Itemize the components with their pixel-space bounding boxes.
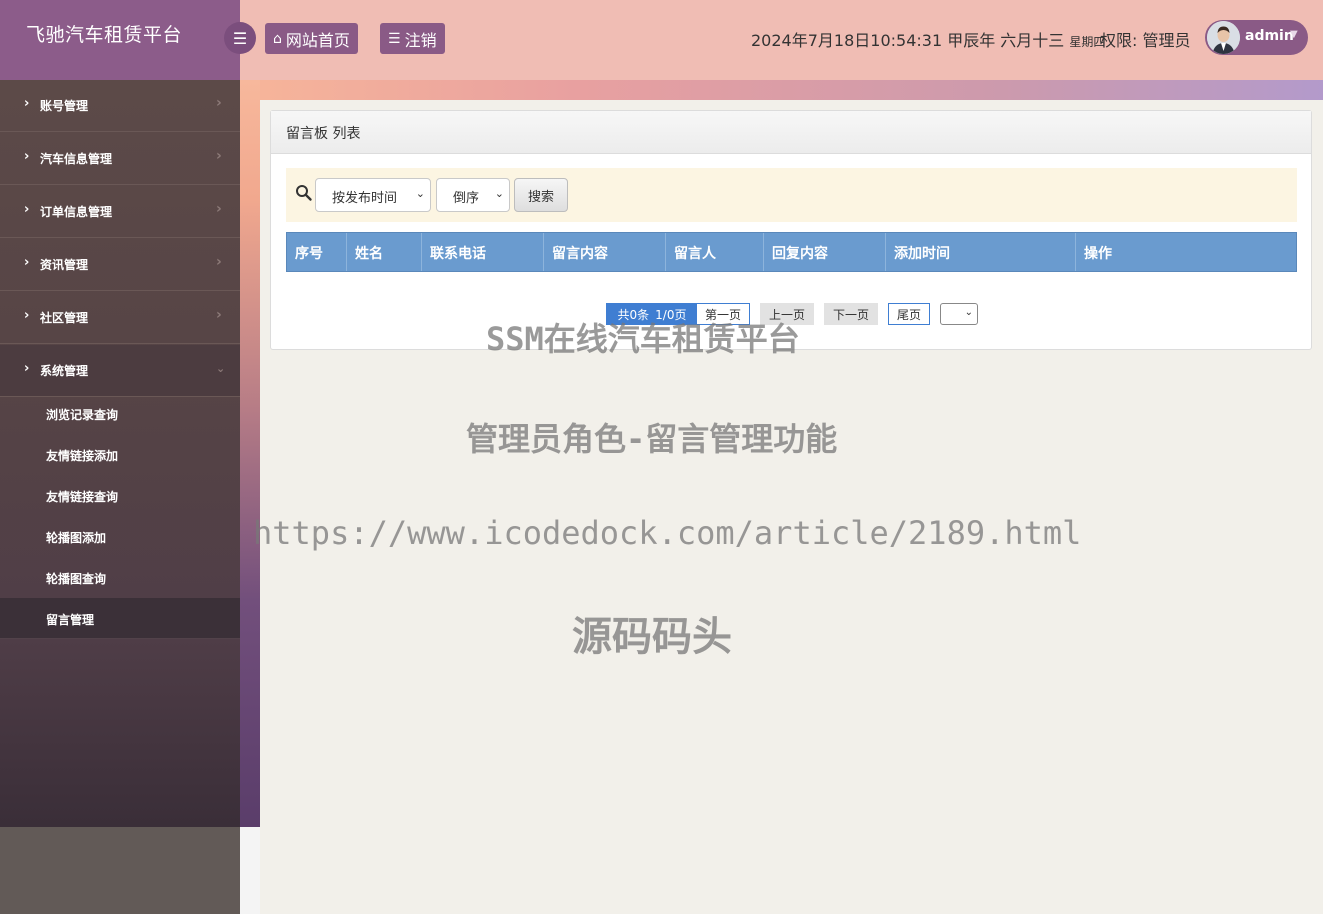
chevron-right-icon: ›: [24, 202, 30, 217]
sidebar-sub-label: 留言管理: [46, 613, 95, 627]
user-menu[interactable]: admin ▼: [1205, 20, 1308, 55]
caret-down-icon: ▼: [1290, 29, 1298, 40]
sidebar-sub-label: 轮播图查询: [46, 572, 107, 586]
column-header-actions: 操作: [1076, 233, 1296, 271]
watermark-line: SSM在线汽车租赁平台: [486, 320, 800, 358]
sidebar-item-label: 社区管理: [40, 311, 89, 325]
panel-header: 留言板 列表: [271, 111, 1311, 154]
pager-next-button[interactable]: 下一页: [824, 303, 878, 325]
sort-order-value: 倒序: [453, 191, 480, 206]
sidebar-item-label: 订单信息管理: [40, 205, 113, 219]
decorative-band: [260, 80, 1323, 100]
sidebar-sub-label: 浏览记录查询: [46, 408, 119, 422]
brand-title: 飞驰汽车租赁平台: [26, 24, 183, 46]
sidebar-sub-label: 轮播图添加: [46, 531, 107, 545]
pager-last-button[interactable]: 尾页: [888, 303, 930, 325]
sidebar-item-community[interactable]: › 社区管理 ›: [0, 292, 240, 344]
sidebar-footer: [0, 827, 240, 914]
sort-order-select[interactable]: 倒序 ⌄: [436, 178, 510, 212]
logout-label: 注销: [404, 30, 437, 50]
permission-text: 权限: 管理员: [1100, 31, 1191, 50]
sidebar: › 账号管理 › › 汽车信息管理 › › 订单信息管理 › › 资讯管理 › …: [0, 80, 240, 827]
table-header: 序号 姓名 联系电话 留言内容 留言人 回复内容 添加时间 操作: [286, 232, 1297, 272]
avatar: [1207, 21, 1240, 54]
chevron-right-icon: ›: [216, 148, 222, 164]
sidebar-item-label: 系统管理: [40, 364, 89, 378]
column-header-phone: 联系电话: [422, 233, 544, 271]
column-label: 留言人: [674, 246, 716, 262]
column-header-content: 留言内容: [544, 233, 666, 271]
column-header-author: 留言人: [666, 233, 764, 271]
column-header-reply: 回复内容: [764, 233, 886, 271]
column-label: 添加时间: [894, 246, 950, 262]
chevron-right-icon: ›: [216, 254, 222, 270]
column-header-time: 添加时间: [886, 233, 1076, 271]
datetime-text: 2024年7月18日10:54:31 甲辰年 六月十三: [751, 31, 1065, 50]
sidebar-sub-label: 友情链接查询: [46, 490, 119, 504]
sidebar-item-news[interactable]: › 资讯管理 ›: [0, 239, 240, 291]
sidebar-sub-label: 友情链接添加: [46, 449, 119, 463]
sidebar-item-accounts[interactable]: › 账号管理 ›: [0, 80, 240, 132]
sidebar-item-label: 账号管理: [40, 99, 89, 113]
sort-field-select[interactable]: 按发布时间 ⌄: [315, 178, 431, 212]
current-datetime: 2024年7月18日10:54:31 甲辰年 六月十三 星期四: [751, 27, 1105, 51]
panel-title: 留言板 列表: [286, 126, 361, 142]
chevron-right-icon: ›: [216, 201, 222, 217]
sidebar-sub-carousel-add[interactable]: 轮播图添加: [0, 516, 240, 557]
page-jump-select[interactable]: ⌄: [940, 303, 978, 325]
chevron-down-icon: ⌄: [415, 187, 425, 200]
menu-toggle-button[interactable]: ☰: [224, 22, 256, 54]
watermark-line: 源码码头: [572, 614, 732, 660]
sidebar-item-label: 汽车信息管理: [40, 152, 113, 166]
brand-area: 飞驰汽车租赁平台: [0, 0, 240, 80]
search-icon: [296, 185, 312, 201]
decorative-strip: [240, 80, 260, 827]
hamburger-icon: ☰: [232, 28, 248, 48]
column-label: 序号: [295, 246, 323, 262]
home-icon: ⌂: [273, 30, 282, 47]
chevron-right-icon: ›: [24, 149, 30, 164]
watermark-line: 管理员角色-留言管理功能: [466, 420, 838, 458]
column-label: 联系电话: [430, 246, 486, 262]
site-home-button[interactable]: ⌂ 网站首页: [265, 23, 358, 54]
username: admin: [1245, 28, 1294, 44]
chevron-right-icon: ›: [24, 96, 30, 111]
chevron-right-icon: ›: [24, 361, 30, 376]
sidebar-sub-browse-history[interactable]: 浏览记录查询: [0, 393, 240, 434]
chevron-right-icon: ›: [216, 307, 222, 323]
sidebar-item-system[interactable]: › 系统管理 ⌄: [0, 345, 240, 397]
watermark-url: https://www.icodedock.com/article/2189.h…: [253, 514, 1082, 552]
chevron-down-icon: ⌄: [494, 187, 504, 200]
column-label: 回复内容: [772, 246, 828, 262]
sidebar-sub-messages[interactable]: 留言管理: [0, 598, 240, 639]
column-label: 姓名: [355, 246, 383, 262]
list-icon: ☰: [388, 30, 401, 47]
decorative-strip: [240, 827, 260, 914]
search-bar: 按发布时间 ⌄ 倒序 ⌄ 搜索: [286, 168, 1297, 222]
sidebar-sub-link-add[interactable]: 友情链接添加: [0, 434, 240, 475]
column-header-index: 序号: [287, 233, 347, 271]
column-label: 留言内容: [552, 246, 608, 262]
top-header: 飞驰汽车租赁平台 ☰ ⌂ 网站首页 ☰ 注销 2024年7月18日10:54:3…: [0, 0, 1323, 80]
chevron-right-icon: ›: [24, 255, 30, 270]
sidebar-sub-carousel-query[interactable]: 轮播图查询: [0, 557, 240, 598]
chevron-right-icon: ›: [24, 308, 30, 323]
column-header-name: 姓名: [347, 233, 422, 271]
column-label: 操作: [1084, 246, 1112, 262]
chevron-right-icon: ›: [216, 95, 222, 111]
sort-field-value: 按发布时间: [332, 191, 398, 206]
search-button[interactable]: 搜索: [514, 178, 568, 212]
site-home-label: 网站首页: [285, 30, 350, 50]
sidebar-item-cars[interactable]: › 汽车信息管理 ›: [0, 133, 240, 185]
chevron-down-icon: ⌄: [964, 307, 973, 318]
sidebar-item-orders[interactable]: › 订单信息管理 ›: [0, 186, 240, 238]
sidebar-sub-link-query[interactable]: 友情链接查询: [0, 475, 240, 516]
logout-button[interactable]: ☰ 注销: [380, 23, 445, 54]
chevron-down-icon: ⌄: [216, 362, 226, 375]
sidebar-item-label: 资讯管理: [40, 258, 89, 272]
